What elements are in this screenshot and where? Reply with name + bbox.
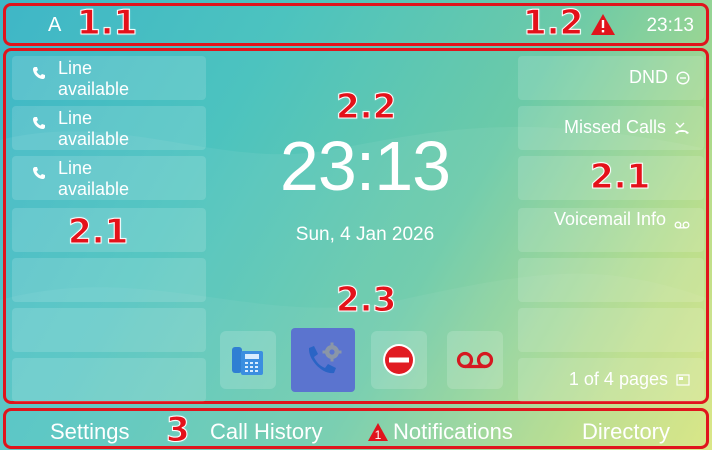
line-key-label: Line available [58, 158, 130, 199]
annotation-label: 2.1 [589, 157, 651, 197]
phone-handset-icon [33, 67, 45, 79]
notifications-softkey[interactable]: 1 Notifications [367, 419, 513, 445]
phone-gear-icon [308, 342, 342, 374]
status-time: 23:13 [646, 15, 694, 36]
line-key-3[interactable]: Line available [12, 156, 206, 200]
notifications-label: Notifications [393, 419, 513, 444]
voicemail-info-key[interactable]: Voicemail Info [518, 208, 704, 252]
missed-calls-label: Missed Calls [563, 117, 666, 137]
line-key-6[interactable] [12, 308, 206, 352]
directory-softkey[interactable]: Directory [582, 419, 670, 445]
call-settings-button[interactable] [291, 328, 355, 392]
missed-calls-key[interactable]: Missed Calls [518, 106, 704, 150]
dnd-key[interactable]: DND [518, 56, 704, 100]
missed-call-icon [675, 122, 689, 134]
dnd-icon [383, 344, 415, 376]
page-icon [676, 373, 690, 386]
page-switch-key[interactable]: 1 of 4 pages [518, 358, 704, 402]
page-indicator-label: 1 of 4 pages [568, 369, 668, 389]
warning-triangle-icon[interactable] [590, 13, 616, 41]
dnd-minus-circle-icon [676, 70, 690, 85]
idle-clock: 23:13 [279, 127, 451, 205]
annotation-label: 2.1 [67, 212, 129, 252]
idle-date: Sun, 4 Jan 2026 [295, 224, 435, 245]
notification-badge-icon: 1 [367, 422, 389, 442]
voicemail-icon [456, 351, 494, 369]
phone-handset-icon [33, 167, 45, 179]
line-key-5[interactable] [12, 258, 206, 302]
desk-phone-button[interactable] [220, 331, 276, 389]
line-key-2[interactable]: Line available [12, 106, 206, 150]
voicemail-icon [674, 221, 690, 229]
account-indicator: A [48, 14, 62, 36]
dnd-button[interactable] [371, 331, 427, 389]
dss-key-5[interactable] [518, 258, 704, 302]
dss-key-6[interactable] [518, 308, 704, 352]
annotation-label: 1.2 [522, 3, 584, 43]
annotation-label: 2.2 [335, 87, 397, 127]
voicemail-button[interactable] [447, 331, 503, 389]
phone-handset-icon [33, 117, 45, 129]
annotation-label: 2.3 [335, 280, 397, 320]
settings-softkey[interactable]: Settings [50, 419, 130, 445]
call-history-softkey[interactable]: Call History [210, 419, 322, 445]
line-key-label: Line available [58, 58, 130, 99]
dnd-label: DND [629, 67, 668, 87]
line-key-label: Line available [58, 108, 130, 149]
annotation-label: 3 [166, 410, 191, 450]
notification-count: 1 [374, 427, 382, 442]
line-key-1[interactable]: Line available [12, 56, 206, 100]
voicemail-info-label: Voicemail Info [553, 208, 666, 229]
desk-phone-icon [232, 347, 263, 375]
line-key-7[interactable] [12, 358, 206, 402]
annotation-label: 1.1 [76, 3, 138, 43]
